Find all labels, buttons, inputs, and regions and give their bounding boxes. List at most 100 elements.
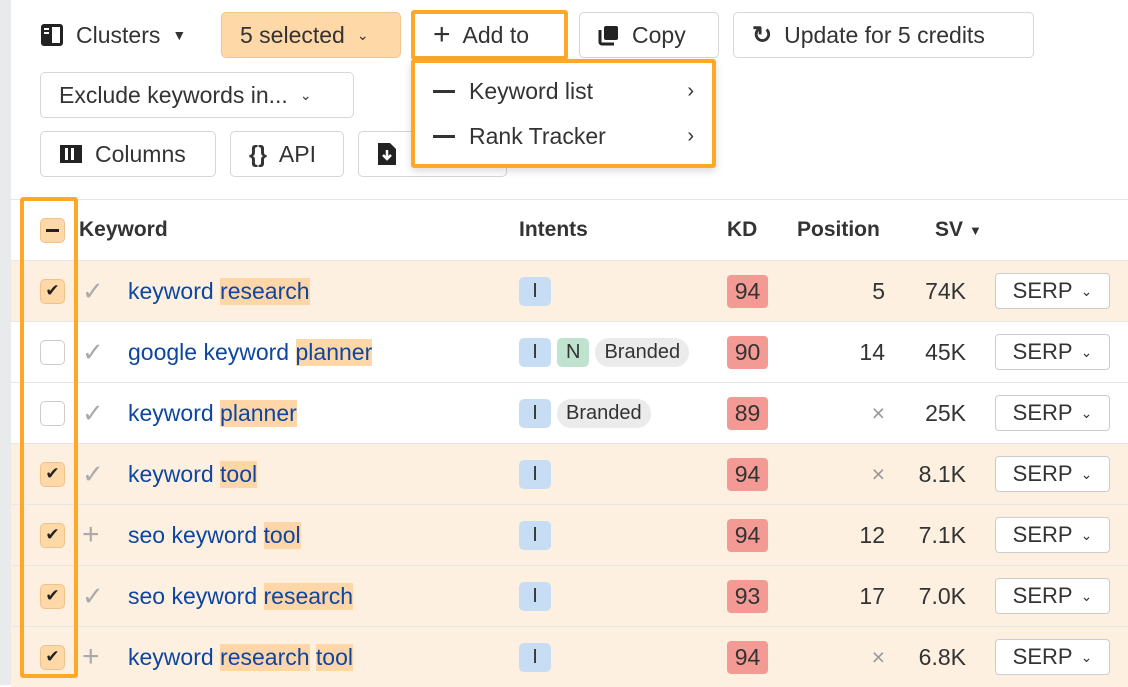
intent-badge: I — [519, 277, 551, 306]
kd-badge: 93 — [727, 580, 768, 613]
add-to-button[interactable]: +Add to — [411, 10, 568, 60]
kd-badge: 94 — [727, 519, 768, 552]
kd-badge: 94 — [727, 275, 768, 308]
sv-value: 6.8K — [919, 627, 966, 687]
header-keyword[interactable]: Keyword — [79, 200, 168, 260]
chevron-down-icon: ⌄ — [1081, 405, 1093, 422]
serp-button[interactable]: SERP ⌄ — [995, 639, 1110, 675]
selected-dropdown[interactable]: 5 selected⌄ — [221, 12, 401, 58]
update-label: Update for 5 credits — [784, 22, 985, 49]
api-label: API — [279, 141, 316, 168]
sv-value: 7.0K — [919, 566, 966, 626]
intent-badge: I — [519, 399, 551, 428]
keyword-link[interactable]: seo keyword research — [128, 566, 353, 626]
dash-icon — [433, 135, 455, 138]
keyword-segment: planner — [296, 339, 373, 366]
sv-value: 45K — [925, 322, 966, 382]
header-sv[interactable]: SV▼ — [935, 200, 982, 260]
intent-badge: I — [519, 582, 551, 611]
keyword-link[interactable]: keyword planner — [128, 383, 297, 443]
chevron-down-icon: ⌄ — [1081, 527, 1093, 544]
chevron-down-icon: ⌄ — [300, 87, 312, 104]
keyword-link[interactable]: seo keyword tool — [128, 505, 301, 565]
header-kd[interactable]: KD — [727, 200, 757, 260]
position-value: 12 — [859, 505, 885, 565]
intent-badge: Branded — [595, 338, 689, 367]
serp-button[interactable]: SERP⌄ — [995, 334, 1110, 370]
table-row: ✔ ✓ keyword research I 94 5 74K SERP⌄ — [11, 260, 1128, 321]
keyword-segment: keyword — [128, 400, 220, 427]
chevron-down-icon: ⌄ — [357, 27, 369, 44]
intent-badge: N — [557, 338, 589, 367]
columns-icon — [59, 144, 83, 164]
intent-badge: I — [519, 643, 551, 672]
keyword-segment: keyword — [128, 278, 220, 305]
sv-value: 74K — [925, 261, 966, 321]
position-value: × — [872, 444, 885, 504]
chevron-down-icon: ⌄ — [1081, 283, 1093, 300]
position-value: 14 — [859, 322, 885, 382]
kd-badge: 94 — [727, 641, 768, 674]
check-icon: ✓ — [82, 276, 104, 307]
kd-badge: 94 — [727, 458, 768, 491]
add-to-menu: Keyword list› Rank Tracker› — [411, 59, 716, 168]
keyword-segment: research — [220, 278, 309, 305]
serp-label: SERP — [1013, 400, 1073, 426]
intent-badge: Branded — [557, 399, 651, 428]
serp-button[interactable]: SERP ⌄ — [995, 273, 1110, 309]
plus-icon: + — [433, 18, 451, 52]
intent-badge: I — [519, 521, 551, 550]
keyword-link[interactable]: keyword research — [128, 261, 310, 321]
serp-button[interactable]: SERP ⌄ — [995, 578, 1110, 614]
chevron-right-icon: › — [687, 80, 694, 103]
keyword-segment: seo keyword — [128, 583, 264, 610]
table-row: ✓ google keyword planner INBranded 90 14… — [11, 321, 1128, 382]
update-button[interactable]: ↻ Update for 5 credits — [733, 12, 1034, 58]
chevron-down-icon: ⌄ — [1081, 649, 1093, 666]
keyword-link[interactable]: keyword tool — [128, 444, 257, 504]
clusters-dropdown[interactable]: Clusters ▼ — [40, 12, 186, 58]
kd-badge: 90 — [727, 336, 768, 369]
chevron-down-icon: ⌄ — [1081, 588, 1093, 605]
serp-label: SERP — [1013, 461, 1073, 487]
header-position[interactable]: Position — [797, 200, 880, 260]
chevron-down-icon: ⌄ — [1081, 344, 1093, 361]
serp-label: SERP — [1013, 278, 1073, 304]
keyword-link[interactable]: google keyword planner — [128, 322, 372, 382]
menu-item-keyword-list[interactable]: Keyword list› — [415, 69, 712, 114]
serp-button[interactable]: SERP ⌄ — [995, 517, 1110, 553]
clusters-icon — [40, 23, 64, 47]
api-button[interactable]: {}API — [230, 131, 344, 177]
serp-label: SERP — [1013, 522, 1073, 548]
serp-button[interactable]: SERP⌄ — [995, 456, 1110, 492]
keyword-segment: planner — [220, 400, 297, 427]
menu-item-label: Rank Tracker — [469, 123, 606, 150]
copy-button[interactable]: Copy — [579, 12, 719, 58]
keyword-link[interactable]: keyword research tool — [128, 627, 353, 687]
table-row: ✔ ✓ keyword tool I 94 × 8.1K SERP⌄ — [11, 443, 1128, 504]
serp-label: SERP — [1013, 583, 1073, 609]
plus-icon: + — [82, 640, 100, 674]
check-icon: ✓ — [82, 581, 104, 612]
copy-label: Copy — [632, 22, 686, 49]
caret-down-icon: ▼ — [172, 27, 186, 43]
keywords-table: Keyword Intents KD Position SV▼ ✔ ✓ keyw… — [11, 199, 1128, 687]
kd-badge: 89 — [727, 397, 768, 430]
serp-label: SERP — [1013, 644, 1073, 670]
position-value: 17 — [859, 566, 885, 626]
sv-value: 25K — [925, 383, 966, 443]
table-header: Keyword Intents KD Position SV▼ — [11, 199, 1128, 260]
header-intents[interactable]: Intents — [519, 200, 588, 260]
sv-value: 7.1K — [919, 505, 966, 565]
serp-button[interactable]: SERP ⌄ — [995, 395, 1110, 431]
columns-label: Columns — [95, 141, 186, 168]
exclude-keywords-dropdown[interactable]: Exclude keywords in...⌄ — [40, 72, 354, 118]
table-row: ✔ ✓ seo keyword research I 93 17 7.0K SE… — [11, 565, 1128, 626]
check-icon: ✓ — [82, 398, 104, 429]
menu-item-rank-tracker[interactable]: Rank Tracker› — [415, 114, 712, 159]
position-value: 5 — [872, 261, 885, 321]
refresh-icon: ↻ — [752, 21, 772, 50]
columns-button[interactable]: Columns — [40, 131, 216, 177]
keyword-segment: tool — [316, 644, 353, 671]
copy-icon — [598, 24, 620, 46]
